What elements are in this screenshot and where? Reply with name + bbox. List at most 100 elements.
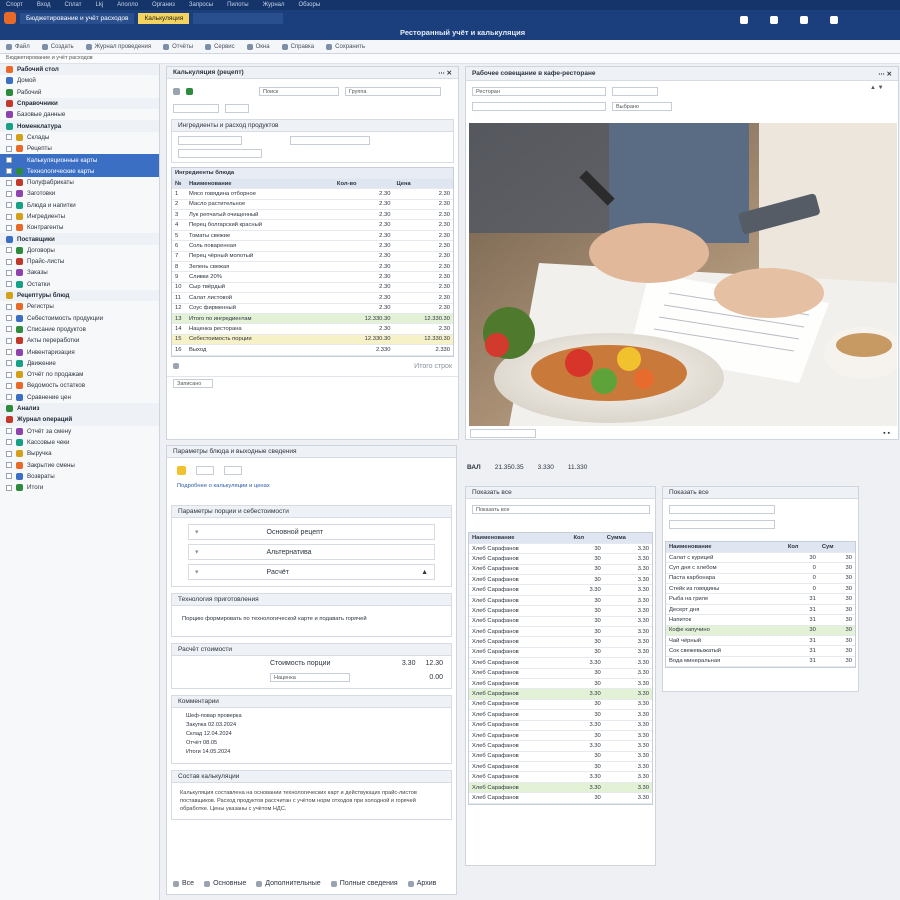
table-row[interactable]: Сок свежевыжатый 31 30	[666, 645, 855, 657]
sidebar-item[interactable]: Остатки	[0, 279, 159, 290]
column-header[interactable]: Наименование	[666, 542, 785, 553]
table-row[interactable]: Хлеб Сарафанов 30 3.30	[469, 574, 652, 586]
sidebar-item[interactable]: Домой	[0, 75, 159, 86]
detail-tab[interactable]: Полные сведения	[330, 880, 398, 887]
table-row[interactable]: Хлеб Сарафанов 3.30 3.30	[469, 782, 652, 794]
checkbox[interactable]	[6, 315, 12, 322]
table-row[interactable]: Кофе капучино 30 30	[666, 625, 855, 637]
checkbox[interactable]	[6, 224, 12, 231]
table-row[interactable]: Хлеб Сарафанов 30 3.30	[469, 730, 652, 742]
menu-item[interactable]: Вход	[37, 0, 51, 10]
sidebar-item[interactable]: Анализ	[0, 402, 159, 415]
checkbox[interactable]	[6, 394, 12, 401]
table-row[interactable]: Десерт дня 31 30	[666, 604, 855, 616]
checkbox[interactable]	[6, 145, 12, 152]
toolbar-button[interactable]: Создать	[36, 40, 80, 54]
detail-tab[interactable]: Дополнительные	[256, 880, 321, 887]
search-box[interactable]	[193, 12, 284, 24]
checkbox[interactable]	[6, 326, 12, 333]
sidebar-item[interactable]: Ингредиенты	[0, 211, 159, 222]
right-filter-select[interactable]: Показать все	[472, 505, 650, 514]
checkbox[interactable]	[6, 450, 12, 457]
toolbar-button[interactable]: Справка	[276, 40, 321, 54]
column-header[interactable]: Цена	[393, 178, 453, 190]
column-header[interactable]: №	[172, 178, 186, 190]
sidebar-item[interactable]: Рабочий	[0, 87, 159, 98]
sidebar-item[interactable]: Калькуляционные карты	[0, 154, 159, 166]
photo-footer-icons[interactable]: ▪ ▪	[883, 430, 898, 437]
sidebar-item[interactable]: Движение	[0, 358, 159, 369]
menu-item[interactable]: Спорт	[6, 0, 23, 10]
settings-icon[interactable]	[800, 16, 808, 24]
table-row[interactable]: Салат с курицей 30 30	[666, 552, 855, 564]
detail-tab[interactable]: Все	[173, 880, 194, 887]
toolbar-button[interactable]: Сервис	[199, 40, 241, 54]
user-icon[interactable]	[770, 16, 778, 24]
column-header[interactable]: Кол	[570, 533, 604, 544]
table-row[interactable]: Хлеб Сарафанов 30 3.30	[469, 709, 652, 721]
table-row[interactable]: Стейк из говядины 0 30	[666, 583, 855, 595]
table-row[interactable]: 10 Сыр твёрдый 2.30 2.30	[172, 282, 453, 294]
table-row[interactable]: 12 Соус фирменный 2.30 2.30	[172, 303, 453, 314]
search-input[interactable]: Поиск	[259, 87, 339, 96]
photo-menu-icon[interactable]: ⋯ ✕	[878, 70, 892, 78]
menu-item[interactable]: Обзоры	[298, 0, 320, 10]
sidebar-item[interactable]: Акты переработки	[0, 335, 159, 346]
table-row[interactable]: 2 Масло растительное 2.30 2.30	[172, 199, 453, 211]
checkbox[interactable]	[6, 360, 12, 367]
photo-field-2[interactable]	[612, 87, 658, 96]
table-row[interactable]: Хлеб Сарафанов 30 3.30	[469, 668, 652, 679]
sub-field-3[interactable]	[178, 149, 262, 158]
group-select[interactable]: Группа	[345, 87, 441, 96]
help-icon[interactable]	[830, 16, 838, 24]
checkbox[interactable]	[6, 269, 12, 276]
table-row[interactable]: Паста карбонара 0 30	[666, 573, 855, 585]
sidebar-item[interactable]: Справочники	[0, 97, 159, 110]
table-row[interactable]: Рыба на гриле 31 30	[666, 593, 855, 605]
checkbox[interactable]	[6, 179, 12, 186]
sidebar-item[interactable]: Прайс-листы	[0, 256, 159, 267]
checkbox[interactable]	[6, 337, 12, 344]
table-row[interactable]: 9 Сливки 20% 2.30 2.30	[172, 271, 453, 283]
table-row[interactable]: Хлеб Сарафанов 30 3.30	[469, 564, 652, 576]
toolbar-button[interactable]: Файл	[0, 40, 36, 54]
sidebar-item[interactable]: Регистры	[0, 301, 159, 312]
restaurant-select[interactable]: Ресторан	[472, 87, 606, 96]
toolbar-button[interactable]: Окна	[241, 40, 276, 54]
table-row[interactable]: Хлеб Сарафанов 30 3.30	[469, 553, 652, 565]
sidebar-item[interactable]: Ведомость остатков	[0, 380, 159, 391]
table-row[interactable]: Хлеб Сарафанов 30 3.30	[469, 616, 652, 628]
toolbar-button[interactable]: Отчёты	[157, 40, 199, 54]
sidebar-item[interactable]: Договоры	[0, 245, 159, 256]
option-row-1[interactable]: ▾ Основной рецепт	[188, 524, 435, 540]
detail-tab[interactable]: Основные	[204, 880, 246, 887]
bell-icon[interactable]	[740, 16, 748, 24]
sidebar-item[interactable]: Полуфабрикаты	[0, 177, 159, 188]
table-row[interactable]: Суп дня с хлебом 0 30	[666, 562, 855, 574]
menu-item[interactable]: Журнал	[263, 0, 285, 10]
sidebar-item[interactable]: Рабочий стол	[0, 64, 159, 76]
sidebar-item[interactable]: Рецептуры блюд	[0, 289, 159, 302]
table-row[interactable]: Хлеб Сарафанов 30 3.30	[469, 699, 652, 711]
sidebar-item[interactable]: Блюда и напитки	[0, 200, 159, 211]
sidebar-item[interactable]: Контрагенты	[0, 222, 159, 233]
checkbox[interactable]	[6, 281, 12, 288]
column-header[interactable]: Сум	[818, 542, 855, 553]
menu-item[interactable]: Сплат	[64, 0, 81, 10]
markup-field[interactable]: Наценка	[270, 673, 350, 682]
table-row[interactable]: Хлеб Сарафанов 30 3.30	[469, 626, 652, 638]
table-row[interactable]: 8 Зелень свежая 2.30 2.30	[172, 261, 453, 273]
checkbox[interactable]	[6, 484, 12, 491]
table-row[interactable]: 11 Салат листовой 2.30 2.30	[172, 292, 453, 304]
sidebar-item[interactable]: Рецепты	[0, 143, 159, 154]
checkbox[interactable]	[6, 462, 12, 469]
menu-item[interactable]: Организ	[152, 0, 175, 10]
checkbox[interactable]	[6, 258, 12, 265]
checkbox[interactable]	[6, 202, 12, 209]
checkbox[interactable]	[6, 303, 12, 310]
sidebar-item[interactable]: Журнал операций	[0, 414, 159, 426]
checkbox[interactable]	[6, 168, 12, 175]
checkbox[interactable]	[6, 134, 12, 141]
toolbar-button[interactable]: Сохранить	[320, 40, 371, 54]
panel-menu-icon[interactable]: ⋯ ✕	[438, 69, 452, 77]
